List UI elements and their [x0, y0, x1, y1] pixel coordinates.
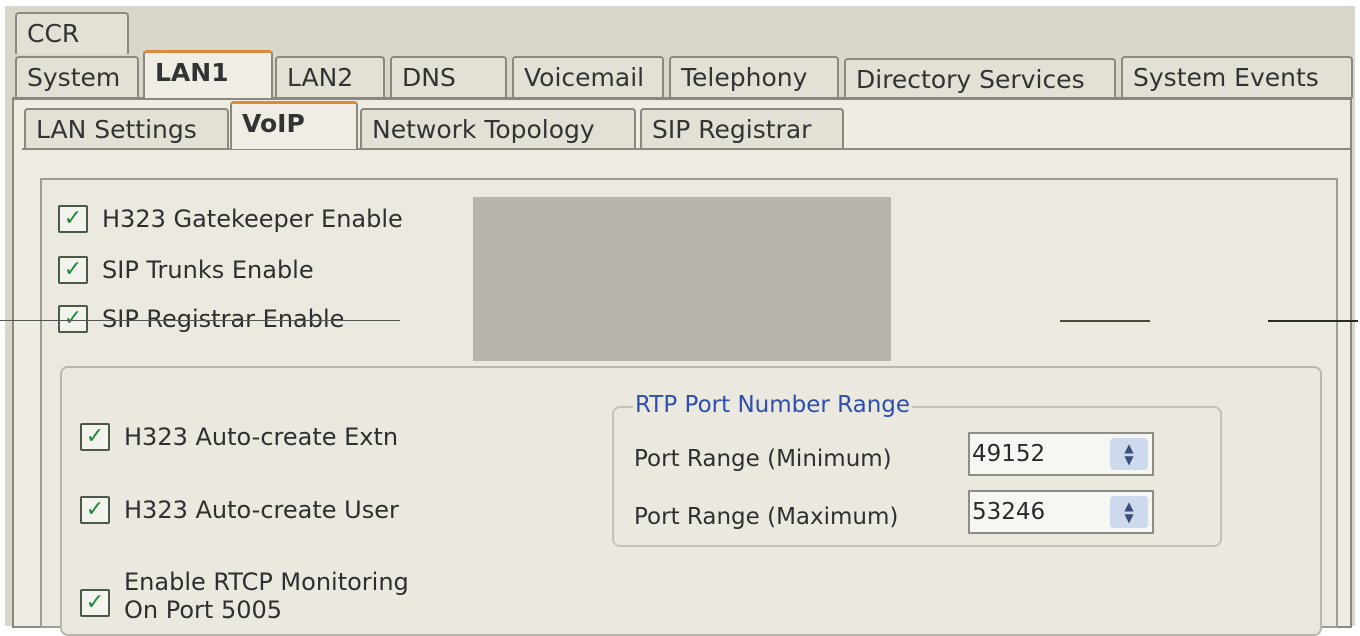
check-icon: ✓	[63, 306, 83, 331]
rtcp-monitoring-label-line2: On Port 5005	[124, 596, 283, 624]
tab-voicemail[interactable]: Voicemail	[512, 56, 664, 98]
spin-arrows-icon[interactable]: ▲ ▼	[1110, 438, 1148, 470]
tab-voip[interactable]: VoIP	[230, 101, 358, 149]
port-range-max-spinbox[interactable]: ▲▼	[968, 490, 1154, 534]
h323-gatekeeper-row[interactable]: ✓ H323 Gatekeeper Enable	[58, 205, 403, 233]
port-range-min-spinbox[interactable]: ▲▼	[968, 432, 1154, 476]
tab-lan2[interactable]: LAN2	[275, 56, 385, 98]
h323-auto-extn-label: H323 Auto-create Extn	[124, 423, 399, 451]
scan-artifact-line	[1268, 320, 1358, 322]
tab-telephony[interactable]: Telephony	[669, 56, 839, 98]
tab-lan-settings[interactable]: LAN Settings	[24, 108, 229, 150]
sip-trunks-row[interactable]: ✓ SIP Trunks Enable	[58, 256, 314, 284]
rtcp-monitoring-label: Enable RTCP Monitoring On Port 5005	[124, 568, 409, 624]
check-icon: ✓	[85, 424, 105, 449]
rtp-port-range-title: RTP Port Number Range	[633, 392, 913, 418]
sip-registrar-checkbox[interactable]: ✓	[58, 305, 88, 333]
scan-artifact-line	[1060, 320, 1150, 322]
port-range-min-label: Port Range (Minimum)	[634, 446, 892, 472]
h323-auto-user-row[interactable]: ✓ H323 Auto-create User	[80, 496, 399, 524]
tab-directory-services[interactable]: Directory Services	[844, 58, 1116, 100]
rtcp-monitoring-checkbox[interactable]: ✓	[80, 589, 110, 617]
tab-dns[interactable]: DNS	[390, 56, 507, 98]
port-range-min-input[interactable]	[972, 436, 1102, 472]
redacted-area	[473, 197, 891, 361]
h323-auto-extn-checkbox[interactable]: ✓	[80, 423, 110, 451]
subtab-row-divider	[22, 148, 1350, 150]
h323-gatekeeper-checkbox[interactable]: ✓	[58, 205, 88, 233]
spin-arrows-icon[interactable]: ▲ ▼	[1110, 496, 1148, 528]
tab-network-topology[interactable]: Network Topology	[360, 108, 636, 150]
h323-auto-extn-row[interactable]: ✓ H323 Auto-create Extn	[80, 423, 398, 451]
check-icon: ✓	[63, 206, 83, 231]
port-range-max-input[interactable]	[972, 494, 1102, 530]
tab-lan1[interactable]: LAN1	[143, 50, 273, 98]
check-icon: ✓	[85, 497, 105, 522]
h323-auto-user-label: H323 Auto-create User	[124, 496, 399, 524]
sip-registrar-label: SIP Registrar Enable	[102, 305, 345, 333]
tab-system-events[interactable]: System Events	[1121, 56, 1353, 98]
sip-registrar-row[interactable]: ✓ SIP Registrar Enable	[58, 305, 344, 333]
h323-auto-user-checkbox[interactable]: ✓	[80, 496, 110, 524]
rtcp-monitoring-row[interactable]: ✓ Enable RTCP Monitoring On Port 5005	[80, 568, 409, 624]
check-icon: ✓	[63, 257, 83, 282]
scan-artifact-line	[0, 320, 400, 321]
tab-ccr[interactable]: CCR	[15, 12, 129, 54]
sip-trunks-label: SIP Trunks Enable	[102, 256, 314, 284]
h323-gatekeeper-label: H323 Gatekeeper Enable	[102, 205, 403, 233]
check-icon: ✓	[85, 590, 105, 615]
tab-sip-registrar[interactable]: SIP Registrar	[640, 108, 844, 150]
port-range-max-label: Port Range (Maximum)	[634, 504, 899, 530]
sip-trunks-checkbox[interactable]: ✓	[58, 256, 88, 284]
tab-system[interactable]: System	[15, 56, 139, 98]
rtcp-monitoring-label-line1: Enable RTCP Monitoring	[124, 568, 409, 596]
